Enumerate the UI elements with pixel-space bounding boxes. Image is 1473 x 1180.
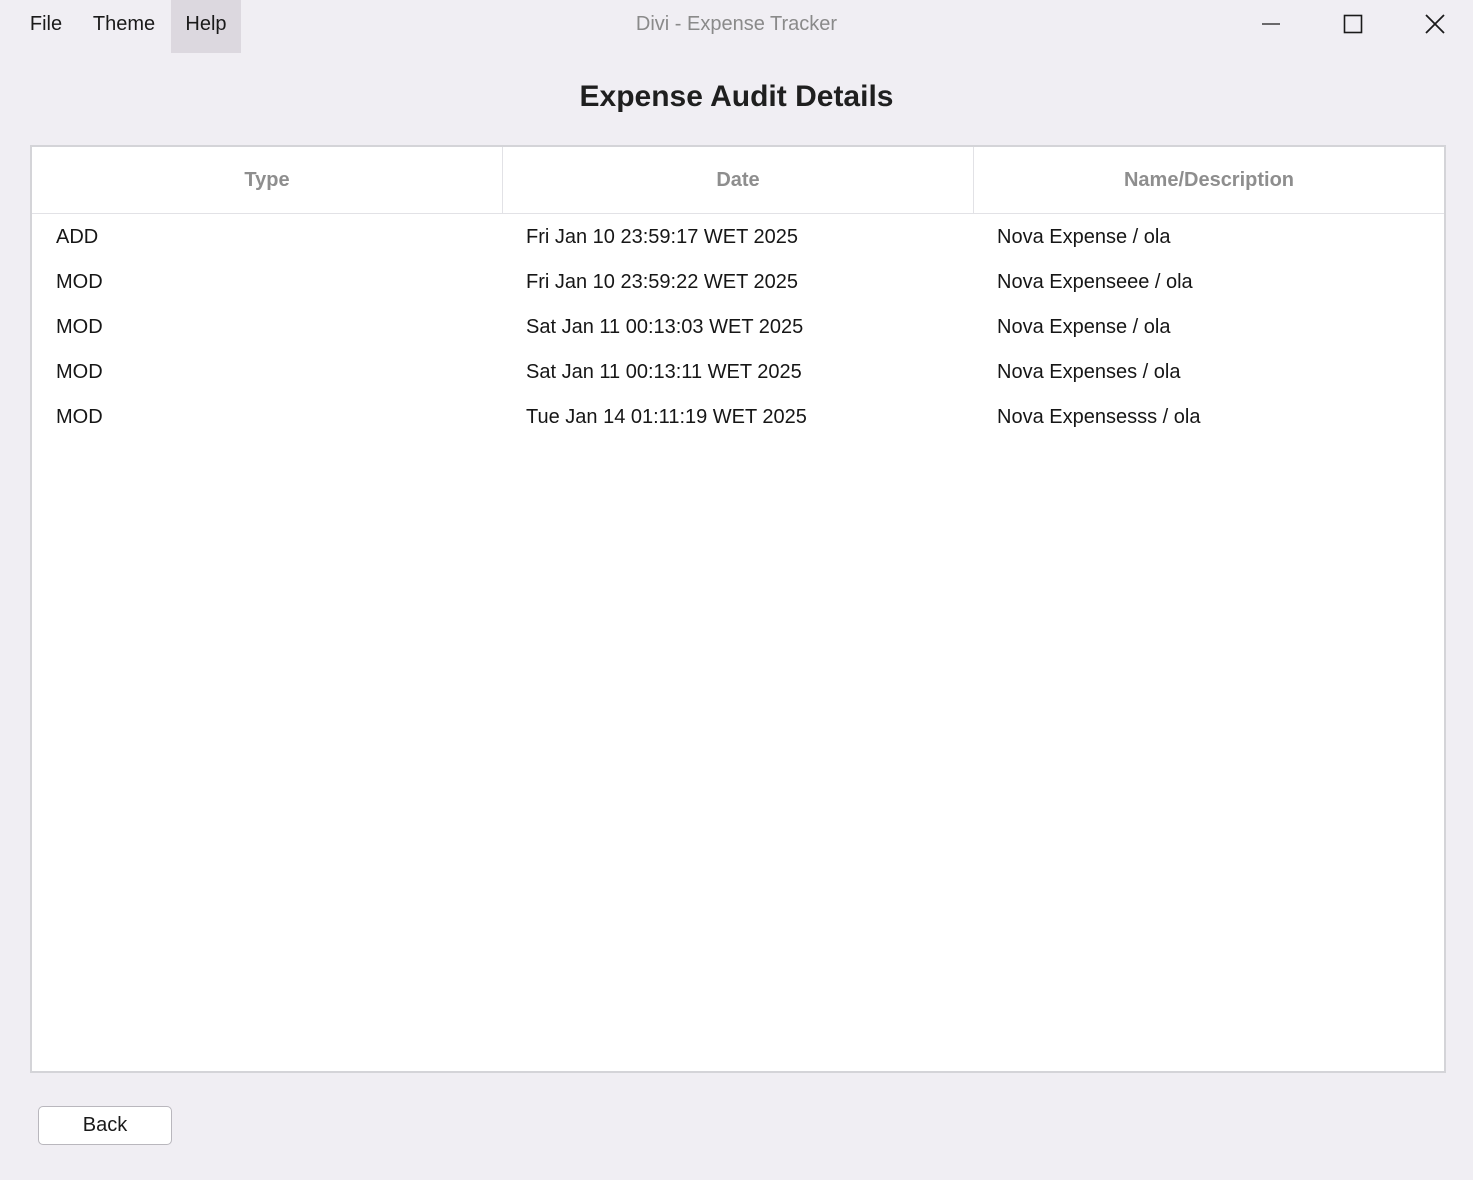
table-row[interactable]: MOD Sat Jan 11 00:13:11 WET 2025 Nova Ex… (32, 350, 1444, 395)
cell-type: ADD (56, 226, 99, 248)
cell-type: MOD (56, 406, 103, 428)
table-row[interactable]: MOD Sat Jan 11 00:13:03 WET 2025 Nova Ex… (32, 305, 1444, 350)
column-header-type[interactable]: Type (32, 147, 502, 213)
cell-name: Nova Expense / ola (997, 226, 1171, 248)
close-button[interactable] (1405, 0, 1465, 48)
cell-date: Sat Jan 11 00:13:11 WET 2025 (526, 361, 802, 383)
menu-file[interactable]: File (15, 0, 77, 53)
cell-name: Nova Expense / ola (997, 316, 1171, 338)
back-button[interactable]: Back (38, 1106, 172, 1145)
column-header-name-description[interactable]: Name/Description (973, 147, 1444, 213)
title-bar: Divi - Expense Tracker File Theme Help (0, 0, 1473, 53)
table-row[interactable]: ADD Fri Jan 10 23:59:17 WET 2025 Nova Ex… (32, 215, 1444, 260)
close-icon (1425, 14, 1445, 34)
minimize-button[interactable] (1241, 0, 1301, 48)
cell-date: Tue Jan 14 01:11:19 WET 2025 (526, 406, 807, 428)
cell-type: MOD (56, 316, 103, 338)
cell-date: Fri Jan 10 23:59:17 WET 2025 (526, 226, 799, 248)
table-body: ADD Fri Jan 10 23:59:17 WET 2025 Nova Ex… (32, 214, 1444, 440)
page-title: Expense Audit Details (579, 80, 894, 113)
cell-name: Nova Expenses / ola (997, 361, 1181, 383)
maximize-button[interactable] (1323, 0, 1383, 48)
cell-type: MOD (56, 361, 103, 383)
app-window: Divi - Expense Tracker File Theme Help E… (0, 0, 1473, 1180)
table-header: Type Date Name/Description (32, 147, 1444, 214)
cell-name: Nova Expenseee / ola (997, 271, 1193, 293)
maximize-icon (1343, 14, 1363, 34)
minimize-icon (1262, 23, 1280, 25)
cell-date: Fri Jan 10 23:59:22 WET 2025 (526, 271, 799, 293)
cell-date: Sat Jan 11 00:13:03 WET 2025 (526, 316, 804, 338)
menu-theme[interactable]: Theme (82, 0, 166, 53)
cell-type: MOD (56, 271, 103, 293)
menu-help[interactable]: Help (171, 0, 241, 53)
column-header-date[interactable]: Date (502, 147, 973, 213)
audit-table: Type Date Name/Description ADD Fri Jan 1… (30, 145, 1446, 1073)
table-row[interactable]: MOD Fri Jan 10 23:59:22 WET 2025 Nova Ex… (32, 260, 1444, 305)
cell-name: Nova Expensesss / ola (997, 406, 1201, 428)
table-row[interactable]: MOD Tue Jan 14 01:11:19 WET 2025 Nova Ex… (32, 395, 1444, 440)
